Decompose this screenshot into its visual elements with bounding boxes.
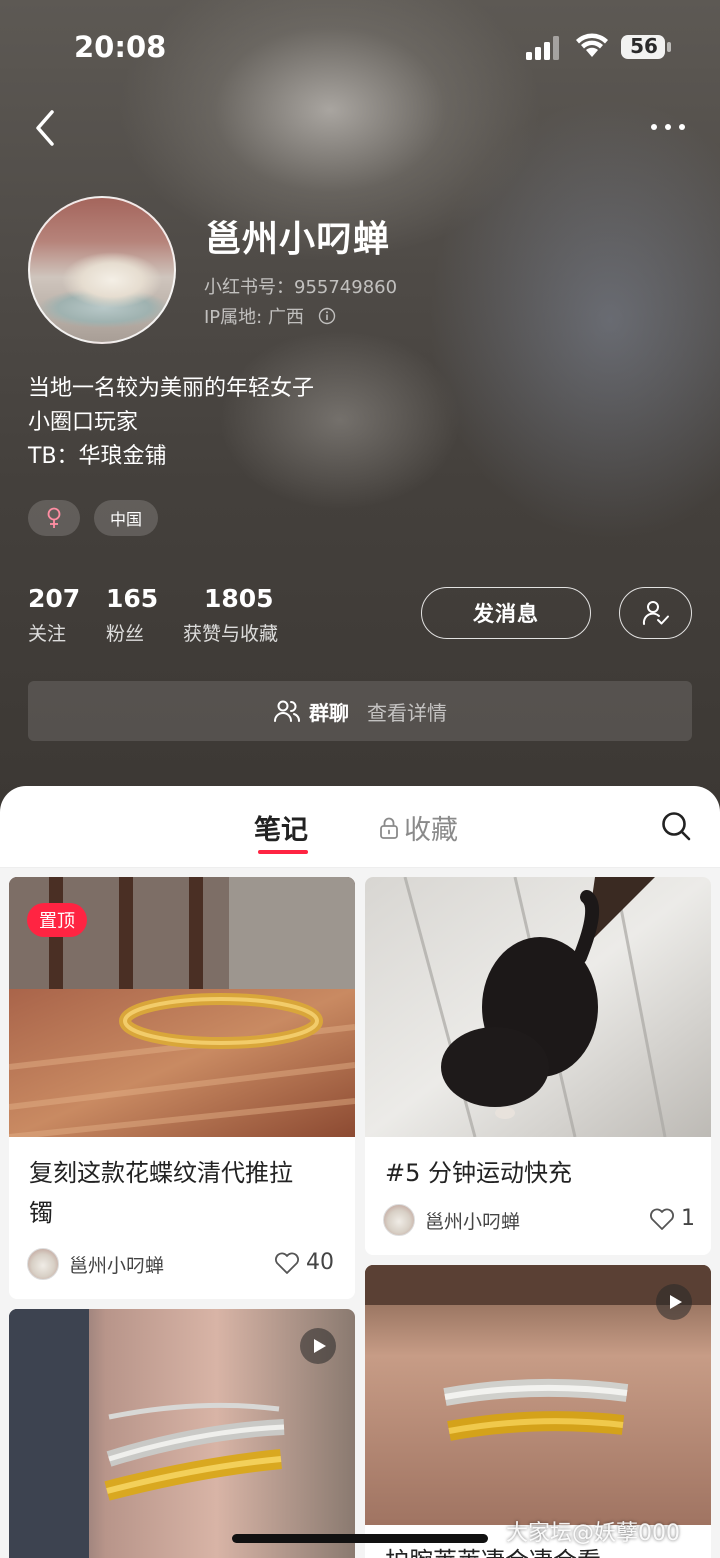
more-options-icon[interactable]	[646, 116, 690, 138]
play-icon	[300, 1328, 336, 1364]
heart-icon	[275, 1252, 299, 1274]
gender-tag	[28, 500, 80, 536]
author-avatar	[27, 1248, 59, 1280]
stat-value: 165	[106, 584, 159, 613]
group-chat-details-link[interactable]: 查看详情	[367, 697, 447, 726]
battery-level: 56	[630, 34, 658, 58]
note-card[interactable]	[9, 1309, 355, 1558]
note-title-line: 复刻这款花蝶纹清代推拉	[29, 1159, 293, 1187]
group-chat-icon	[274, 700, 300, 722]
search-icon[interactable]	[660, 810, 692, 842]
profile-header: 20:08 56 邕州小叼蝉 小红书号：955749860 IP属地: 广西 当…	[0, 0, 720, 812]
ip-location-row: IP属地: 广西	[204, 303, 336, 329]
stat-label: 粉丝	[106, 623, 145, 645]
author-avatar	[383, 1204, 415, 1236]
heart-icon	[650, 1208, 674, 1230]
stat-value: 1805	[204, 584, 274, 613]
back-icon[interactable]	[26, 106, 66, 150]
play-icon	[656, 1284, 692, 1320]
like-count: 1	[681, 1206, 695, 1231]
note-card[interactable]: #5 分钟运动快充 邕州小叼蝉 1	[365, 877, 711, 1255]
status-bar: 20:08 56	[0, 0, 720, 90]
red-id: 小红书号：955749860	[204, 277, 398, 298]
like-count: 40	[306, 1250, 334, 1275]
notes-feed: 置顶 复刻这款花蝶纹清代推拉 镯 邕州小叼蝉 40 #5 分钟运动快充 邕州小叼…	[0, 868, 720, 1558]
note-author[interactable]: 邕州小叼蝉	[27, 1248, 164, 1280]
note-title: #5 分钟运动快充	[385, 1159, 573, 1187]
note-title: 复刻这款花蝶纹清代推拉 镯	[29, 1153, 293, 1233]
cellular-signal-icon	[526, 36, 559, 60]
like-button[interactable]: 1	[649, 1206, 695, 1231]
follow-button[interactable]	[619, 587, 692, 639]
note-card[interactable]: 置顶 复刻这款花蝶纹清代推拉 镯 邕州小叼蝉 40	[9, 877, 355, 1299]
ip-location: IP属地: 广西	[204, 307, 304, 328]
bio-line: TB：华琅金铺	[28, 444, 167, 469]
profile-avatar[interactable]	[28, 196, 176, 344]
like-button[interactable]: 40	[274, 1250, 334, 1275]
note-title-line: 镯	[29, 1199, 53, 1227]
region-tag: 中国	[94, 500, 159, 536]
bio-line: 小圈口玩家	[28, 410, 139, 435]
wifi-icon	[576, 33, 608, 57]
tab-collections[interactable]: 收藏	[378, 808, 458, 847]
content-tabs: 笔记 收藏	[0, 786, 720, 868]
stat-likes-collections[interactable]: 1805 获赞与收藏	[183, 584, 278, 646]
stat-value: 207	[28, 584, 81, 613]
stat-followers[interactable]: 165 粉丝	[106, 584, 158, 646]
female-icon	[47, 507, 61, 528]
lock-icon	[380, 817, 398, 839]
group-chat-label: 群聊	[309, 700, 349, 725]
home-indicator[interactable]	[232, 1534, 488, 1543]
author-name: 邕州小叼蝉	[425, 1210, 521, 1233]
pinned-badge: 置顶	[27, 903, 87, 937]
profile-name: 邕州小叼蝉	[205, 219, 391, 260]
info-icon[interactable]	[318, 307, 336, 325]
stat-label: 获赞与收藏	[183, 623, 279, 645]
status-time: 20:08	[74, 30, 167, 64]
active-tab-indicator	[258, 850, 308, 854]
watermark: 大家坛@妖孽000	[506, 1521, 680, 1546]
note-cover-image	[365, 877, 711, 1137]
stat-following[interactable]: 207 关注	[28, 584, 80, 646]
group-chat-bar[interactable]: 群聊 查看详情	[28, 681, 692, 741]
bio-line: 当地一名较为美丽的年轻女子	[28, 376, 315, 401]
author-name: 邕州小叼蝉	[69, 1254, 165, 1277]
tab-collections-label: 收藏	[404, 815, 458, 846]
stat-label: 关注	[28, 623, 67, 645]
send-message-button[interactable]: 发消息	[421, 587, 591, 639]
note-author[interactable]: 邕州小叼蝉	[383, 1204, 520, 1236]
profile-bio: 当地一名较为美丽的年轻女子 小圈口玩家 TB：华琅金铺	[28, 372, 314, 474]
user-check-icon	[642, 601, 669, 625]
tab-notes[interactable]: 笔记	[254, 808, 308, 847]
profile-tags: 中国	[28, 500, 159, 536]
